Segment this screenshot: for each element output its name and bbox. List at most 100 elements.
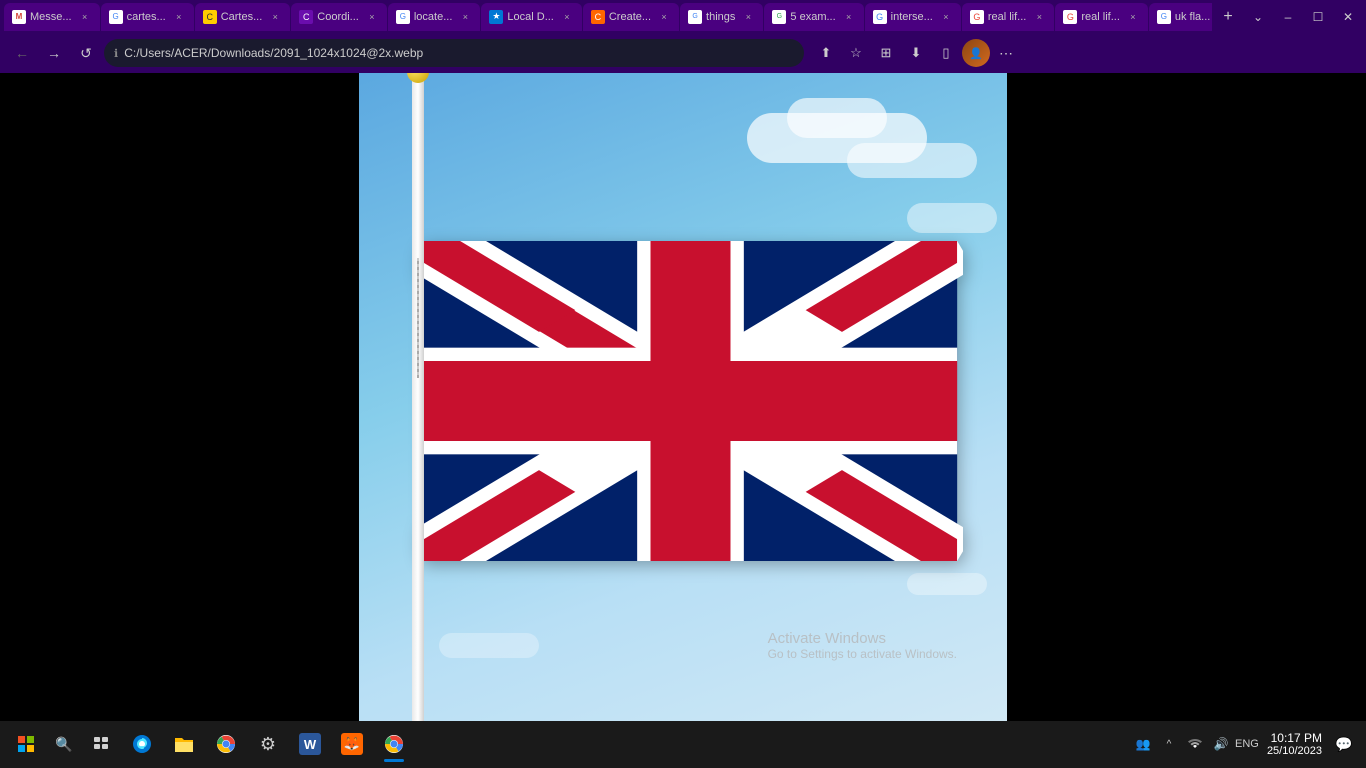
tab-locate[interactable]: Glocate... × <box>388 3 481 31</box>
union-jack-flag <box>418 241 963 561</box>
tab-label-localD: Local D... <box>507 11 553 23</box>
image-container: Activate Windows Go to Settings to activ… <box>359 73 1007 721</box>
file-explorer-app[interactable] <box>164 724 204 764</box>
new-tab-button[interactable]: + <box>1214 3 1242 31</box>
tab-close-5exam[interactable]: × <box>842 10 856 24</box>
tab-favicon-interse: G <box>873 10 887 24</box>
tab-create[interactable]: C Create... × <box>583 3 679 31</box>
tab-favicon-ukflag: G <box>1157 10 1171 24</box>
clock-time: 10:17 PM <box>1267 731 1322 745</box>
cloud-6 <box>907 573 987 595</box>
orange-app[interactable]: 🦊 <box>332 724 372 764</box>
tab-cartes2[interactable]: C Cartes... × <box>195 3 291 31</box>
tab-favicon-cartes2: C <box>203 10 217 24</box>
sidebar-icon[interactable]: ▯ <box>932 39 960 67</box>
tab-cartes1[interactable]: Gcartes...× <box>101 3 194 31</box>
download-icon[interactable]: ⬇ <box>902 39 930 67</box>
system-tray: 👥 ^ 🔊 ENG <box>1131 732 1259 756</box>
tab-close-locate[interactable]: × <box>458 10 472 24</box>
tabs-container: MMesse...×Gcartes...×CCartes...×CCoordi.… <box>4 3 1212 31</box>
tab-label-reallife1: real lif... <box>988 11 1027 23</box>
cloud-3 <box>847 143 977 178</box>
tray-people[interactable]: 👥 <box>1131 732 1155 756</box>
tab-reallife1[interactable]: Greal lif... × <box>962 3 1055 31</box>
tray-volume[interactable]: 🔊 <box>1209 732 1233 756</box>
task-view-button[interactable] <box>84 726 120 762</box>
notification-button[interactable]: 💬 <box>1330 726 1358 762</box>
tab-label-reallife2: real lif... <box>1081 11 1120 23</box>
tab-things[interactable]: Gthings× <box>680 3 763 31</box>
tab-ukflag[interactable]: Guk fla...× <box>1149 3 1212 31</box>
back-button[interactable]: ← <box>8 39 36 67</box>
info-icon: ℹ <box>114 47 118 60</box>
tab-label-messenger: Messe... <box>30 11 72 23</box>
taskbar: 🔍 <box>0 721 1366 768</box>
taskbar-right: 👥 ^ 🔊 ENG 10:17 PM 25/10/2023 💬 <box>1131 726 1358 762</box>
clock-date: 25/10/2023 <box>1267 745 1322 757</box>
tray-chevron[interactable]: ^ <box>1157 732 1181 756</box>
flag-wrapper: Activate Windows Go to Settings to activ… <box>359 73 1007 721</box>
close-button[interactable]: ✕ <box>1334 3 1362 31</box>
tab-label-cartes2: Cartes... <box>221 11 263 23</box>
chrome-app-1[interactable] <box>206 724 246 764</box>
menu-button[interactable]: ⋯ <box>992 39 1020 67</box>
tab-favicon-localD: ★ <box>489 10 503 24</box>
settings-app[interactable]: ⚙ <box>248 724 288 764</box>
minimize-button[interactable]: – <box>1274 3 1302 31</box>
tab-reallife2[interactable]: Greal lif... × <box>1055 3 1148 31</box>
tab-close-create[interactable]: × <box>657 10 671 24</box>
tab-close-messenger[interactable]: × <box>78 10 92 24</box>
tray-network[interactable] <box>1183 732 1207 756</box>
tab-coordi[interactable]: C Coordi... × <box>291 3 387 31</box>
edge-app[interactable] <box>122 724 162 764</box>
share-icon[interactable]: ⬆ <box>812 39 840 67</box>
profile-icon[interactable]: 👤 <box>962 39 990 67</box>
cloud-7 <box>439 633 539 658</box>
forward-button[interactable]: → <box>40 39 68 67</box>
tab-favicon-5exam: G <box>772 10 786 24</box>
chrome-app-2-active[interactable] <box>374 724 414 764</box>
extensions-icon[interactable]: ⊞ <box>872 39 900 67</box>
tab-close-interse[interactable]: × <box>939 10 953 24</box>
tab-label-coordi: Coordi... <box>317 11 359 23</box>
taskbar-search[interactable]: 🔍 <box>46 726 82 762</box>
bookmark-icon[interactable]: ☆ <box>842 39 870 67</box>
tab-close-reallife2[interactable]: × <box>1126 10 1140 24</box>
tab-close-coordi[interactable]: × <box>365 10 379 24</box>
maximize-button[interactable]: ☐ <box>1304 3 1332 31</box>
refresh-button[interactable]: ↺ <box>72 39 100 67</box>
tab-favicon-messenger: M <box>12 10 26 24</box>
tab-5exam[interactable]: G 5 exam... × <box>764 3 863 31</box>
tab-interse[interactable]: Ginterse... × <box>865 3 961 31</box>
address-bar[interactable]: ℹ C:/Users/ACER/Downloads/2091_1024x1024… <box>104 39 804 67</box>
url-text: C:/Users/ACER/Downloads/2091_1024x1024@2… <box>124 46 794 60</box>
tab-label-create: Create... <box>609 11 651 23</box>
tab-label-interse: interse... <box>891 11 933 23</box>
tab-label-ukflag: uk fla... <box>1175 11 1210 23</box>
tray-lang[interactable]: ENG <box>1235 732 1259 756</box>
tab-localD[interactable]: ★ Local D... × <box>481 3 581 31</box>
tab-favicon-coordi: C <box>299 10 313 24</box>
flag-rope <box>417 258 419 378</box>
taskbar-pinned-apps: ⚙ W 🦊 <box>122 724 414 764</box>
tab-label-5exam: 5 exam... <box>790 11 835 23</box>
tab-favicon-locate: G <box>396 10 410 24</box>
window-controls: ⌄ – ☐ ✕ <box>1244 3 1362 31</box>
word-app[interactable]: W <box>290 724 330 764</box>
tab-favicon-reallife1: G <box>970 10 984 24</box>
clock[interactable]: 10:17 PM 25/10/2023 <box>1263 731 1326 757</box>
dropdown-button[interactable]: ⌄ <box>1244 3 1272 31</box>
tab-messenger[interactable]: M Messe... × <box>4 3 100 31</box>
tab-favicon-create: C <box>591 10 605 24</box>
address-bar-row: ← → ↺ ℹ C:/Users/ACER/Downloads/2091_102… <box>0 33 1366 72</box>
title-bar: MMesse...×Gcartes...×CCartes...×CCoordi.… <box>0 0 1366 33</box>
tab-close-things[interactable]: × <box>741 10 755 24</box>
tab-label-locate: locate... <box>414 11 453 23</box>
start-button[interactable] <box>8 726 44 762</box>
tab-close-cartes1[interactable]: × <box>172 10 186 24</box>
tab-favicon-cartes1: G <box>109 10 123 24</box>
tab-close-reallife1[interactable]: × <box>1032 10 1046 24</box>
tab-close-localD[interactable]: × <box>560 10 574 24</box>
tab-close-cartes2[interactable]: × <box>268 10 282 24</box>
tab-favicon-reallife2: G <box>1063 10 1077 24</box>
